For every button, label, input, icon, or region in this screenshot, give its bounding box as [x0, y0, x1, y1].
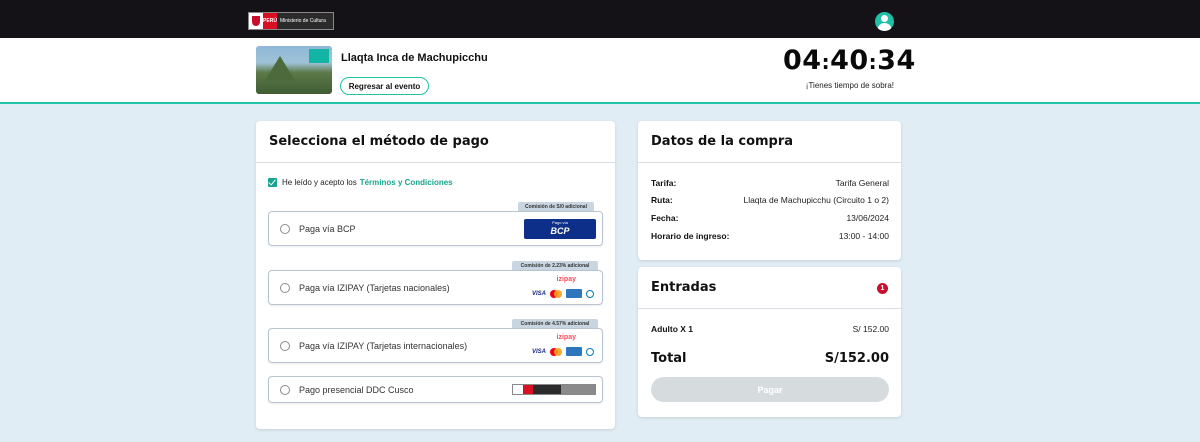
bcp-logo: Pago vía BCP [524, 219, 596, 239]
mastercard-icon [550, 347, 562, 356]
event-header: Llaqta Inca de Machupicchu Regresar al e… [0, 38, 1200, 104]
fee-badge: Comisión de S/0 adicional [518, 202, 594, 211]
radio-izipay-international[interactable] [280, 341, 290, 351]
summary-row-date: Fecha: 13/06/2024 [651, 213, 889, 223]
timer-hours: 04 [783, 45, 822, 76]
tickets-card-header: Entradas 1 [638, 267, 901, 309]
row-value: Tarifa General [835, 178, 889, 188]
visa-icon: VISA [531, 290, 546, 297]
visa-icon: VISA [531, 348, 546, 355]
summary-card-header: Datos de la compra [638, 121, 901, 163]
total-value: S/152.00 [824, 351, 889, 366]
radio-ddc-cusco[interactable] [280, 385, 290, 395]
row-key: Ruta: [651, 195, 673, 205]
logo-ministry: Ministerio de Cultura [280, 18, 326, 24]
coat-of-arms-icon [249, 13, 263, 29]
logo-country: PERÚ [263, 13, 277, 29]
diners-icon [586, 347, 594, 356]
ticket-line-label: Adulto X 1 [651, 324, 694, 334]
ministry-logo[interactable]: PERÚ Ministerio de Cultura [248, 12, 334, 30]
top-bar: PERÚ Ministerio de Cultura [0, 0, 1200, 38]
izipay-name: izipay [556, 334, 576, 341]
izipay-logo: izipay VISA [524, 334, 594, 360]
payment-card-header: Selecciona el método de pago [256, 121, 615, 163]
option-label: Paga vía BCP [299, 224, 356, 234]
timer-seconds: 34 [877, 45, 916, 76]
event-thumbnail [256, 46, 332, 94]
timer-separator: : [821, 50, 831, 74]
row-value: 13:00 - 14:00 [838, 231, 889, 241]
timer-note: ¡Tienes tiempo de sobra! [805, 81, 894, 90]
timer-separator: : [868, 50, 878, 74]
bcp-logo-caption: Pago vía [552, 220, 568, 225]
purchase-data-card: Datos de la compra Tarifa: Tarifa Genera… [638, 121, 901, 260]
total-label: Total [651, 351, 687, 366]
countdown-timer: 04:40:34 [783, 45, 916, 76]
option-label: Paga vía IZIPAY (Tarjetas nacionales) [299, 283, 450, 293]
payment-method-card: Selecciona el método de pago He leído y … [256, 121, 615, 429]
ticket-line-price: S/ 152.00 [852, 324, 889, 334]
user-avatar-icon[interactable] [875, 12, 894, 31]
radio-bcp[interactable] [280, 224, 290, 234]
summary-row-fare: Tarifa: Tarifa General [651, 178, 889, 188]
summary-row-time: Horario de ingreso: 13:00 - 14:00 [651, 231, 889, 241]
terms-checkbox[interactable] [268, 178, 277, 187]
ticket-count-badge: 1 [877, 283, 888, 294]
ticket-line: Adulto X 1 S/ 152.00 [651, 324, 889, 334]
payment-option-izipay-international[interactable]: Paga vía IZIPAY (Tarjetas internacionale… [268, 328, 603, 363]
option-label: Pago presencial DDC Cusco [299, 385, 414, 395]
bcp-logo-name: BCP [550, 226, 570, 236]
payment-card-title: Selecciona el método de pago [269, 134, 489, 149]
payment-option-izipay-national[interactable]: Paga vía IZIPAY (Tarjetas nacionales) iz… [268, 270, 603, 305]
mastercard-icon [550, 289, 562, 298]
tickets-card-title: Entradas [651, 280, 717, 295]
fee-badge: Comisión de 4.57% adicional [512, 319, 598, 328]
pay-button[interactable]: Pagar [651, 377, 889, 402]
terms-text: He leído y acepto los [282, 178, 357, 187]
row-key: Fecha: [651, 213, 679, 223]
summary-card-title: Datos de la compra [651, 134, 794, 149]
total-row: Total S/152.00 [651, 351, 889, 366]
amex-icon [566, 347, 582, 356]
izipay-name: izipay [556, 276, 576, 283]
radio-izipay-national[interactable] [280, 283, 290, 293]
row-value: Llaqta de Machupicchu (Circuito 1 o 2) [743, 195, 889, 205]
ministry-logo-small [512, 384, 596, 395]
izipay-logo: izipay VISA [524, 276, 594, 302]
amex-icon [566, 289, 582, 298]
option-label: Paga vía IZIPAY (Tarjetas internacionale… [299, 341, 468, 351]
event-title: Llaqta Inca de Machupicchu [341, 52, 488, 64]
tickets-card: Entradas 1 Adulto X 1 S/ 152.00 Total S/… [638, 267, 901, 417]
row-key: Tarifa: [651, 178, 677, 188]
payment-option-bcp[interactable]: Paga vía BCP Pago vía BCP [268, 211, 603, 246]
row-value: 13/06/2024 [846, 213, 889, 223]
timer-minutes: 40 [830, 45, 869, 76]
payment-option-ddc-cusco[interactable]: Pago presencial DDC Cusco [268, 376, 603, 403]
summary-row-route: Ruta: Llaqta de Machupicchu (Circuito 1 … [651, 195, 889, 205]
diners-icon [586, 289, 594, 298]
fee-badge: Comisión de 2.23% adicional [512, 261, 598, 270]
terms-link[interactable]: Términos y Condiciones [360, 178, 453, 187]
back-to-event-button[interactable]: Regresar al evento [340, 77, 429, 95]
terms-acceptance: He leído y acepto los Términos y Condici… [268, 178, 453, 187]
row-key: Horario de ingreso: [651, 231, 730, 241]
